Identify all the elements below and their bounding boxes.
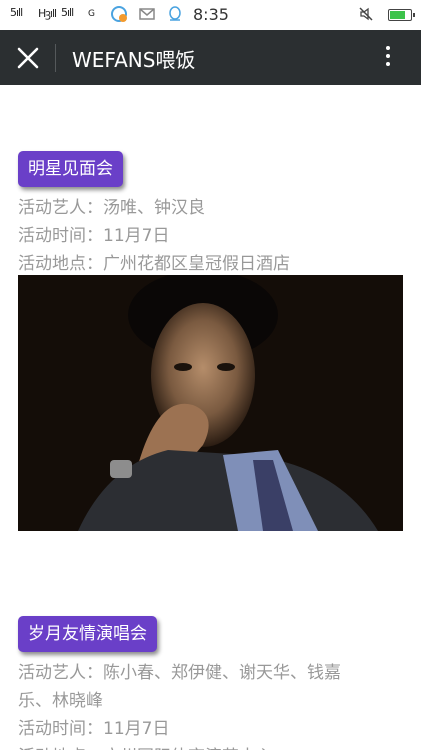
signal-icon: 5ıll	[61, 6, 74, 19]
more-vertical-icon	[386, 46, 390, 50]
event-time: 活动时间：11月7日	[18, 719, 170, 739]
clock: 8:35	[193, 5, 229, 24]
divider	[55, 44, 56, 72]
close-icon	[17, 47, 39, 69]
event-location: 活动地点：广州国际体育演艺中心	[18, 742, 273, 750]
mute-icon	[357, 5, 375, 23]
status-bar: 5ıll Hꝫıll 5ıll G 8:35	[0, 0, 421, 30]
signal-icon: Hꝫıll	[38, 7, 57, 20]
app-notification-icon	[110, 5, 128, 23]
battery-icon	[388, 9, 415, 21]
event-location: 活动地点：广州花都区皇冠假日酒店	[18, 254, 290, 274]
network-type: G	[88, 9, 95, 19]
event-tag: 明星见面会	[18, 151, 123, 187]
close-button[interactable]	[10, 40, 46, 76]
title-bar: WEFANS喂饭	[0, 30, 421, 85]
signal-icon: 5ıll	[10, 6, 23, 19]
more-options-button[interactable]	[376, 42, 400, 74]
event-artists: 活动艺人：陈小春、郑伊健、谢天华、钱嘉	[18, 663, 341, 683]
qq-icon	[166, 5, 184, 23]
portrait-image	[18, 275, 403, 531]
event-tag: 岁月友情演唱会	[18, 616, 157, 652]
page-title: WEFANS喂饭	[72, 48, 196, 72]
artist-photo[interactable]	[18, 275, 403, 531]
message-icon	[138, 5, 156, 23]
event-time: 活动时间：11月7日	[18, 226, 170, 246]
event-artists-continued: 乐、林晓峰	[18, 691, 103, 711]
event-artists: 活动艺人：汤唯、钟汉良	[18, 198, 205, 218]
